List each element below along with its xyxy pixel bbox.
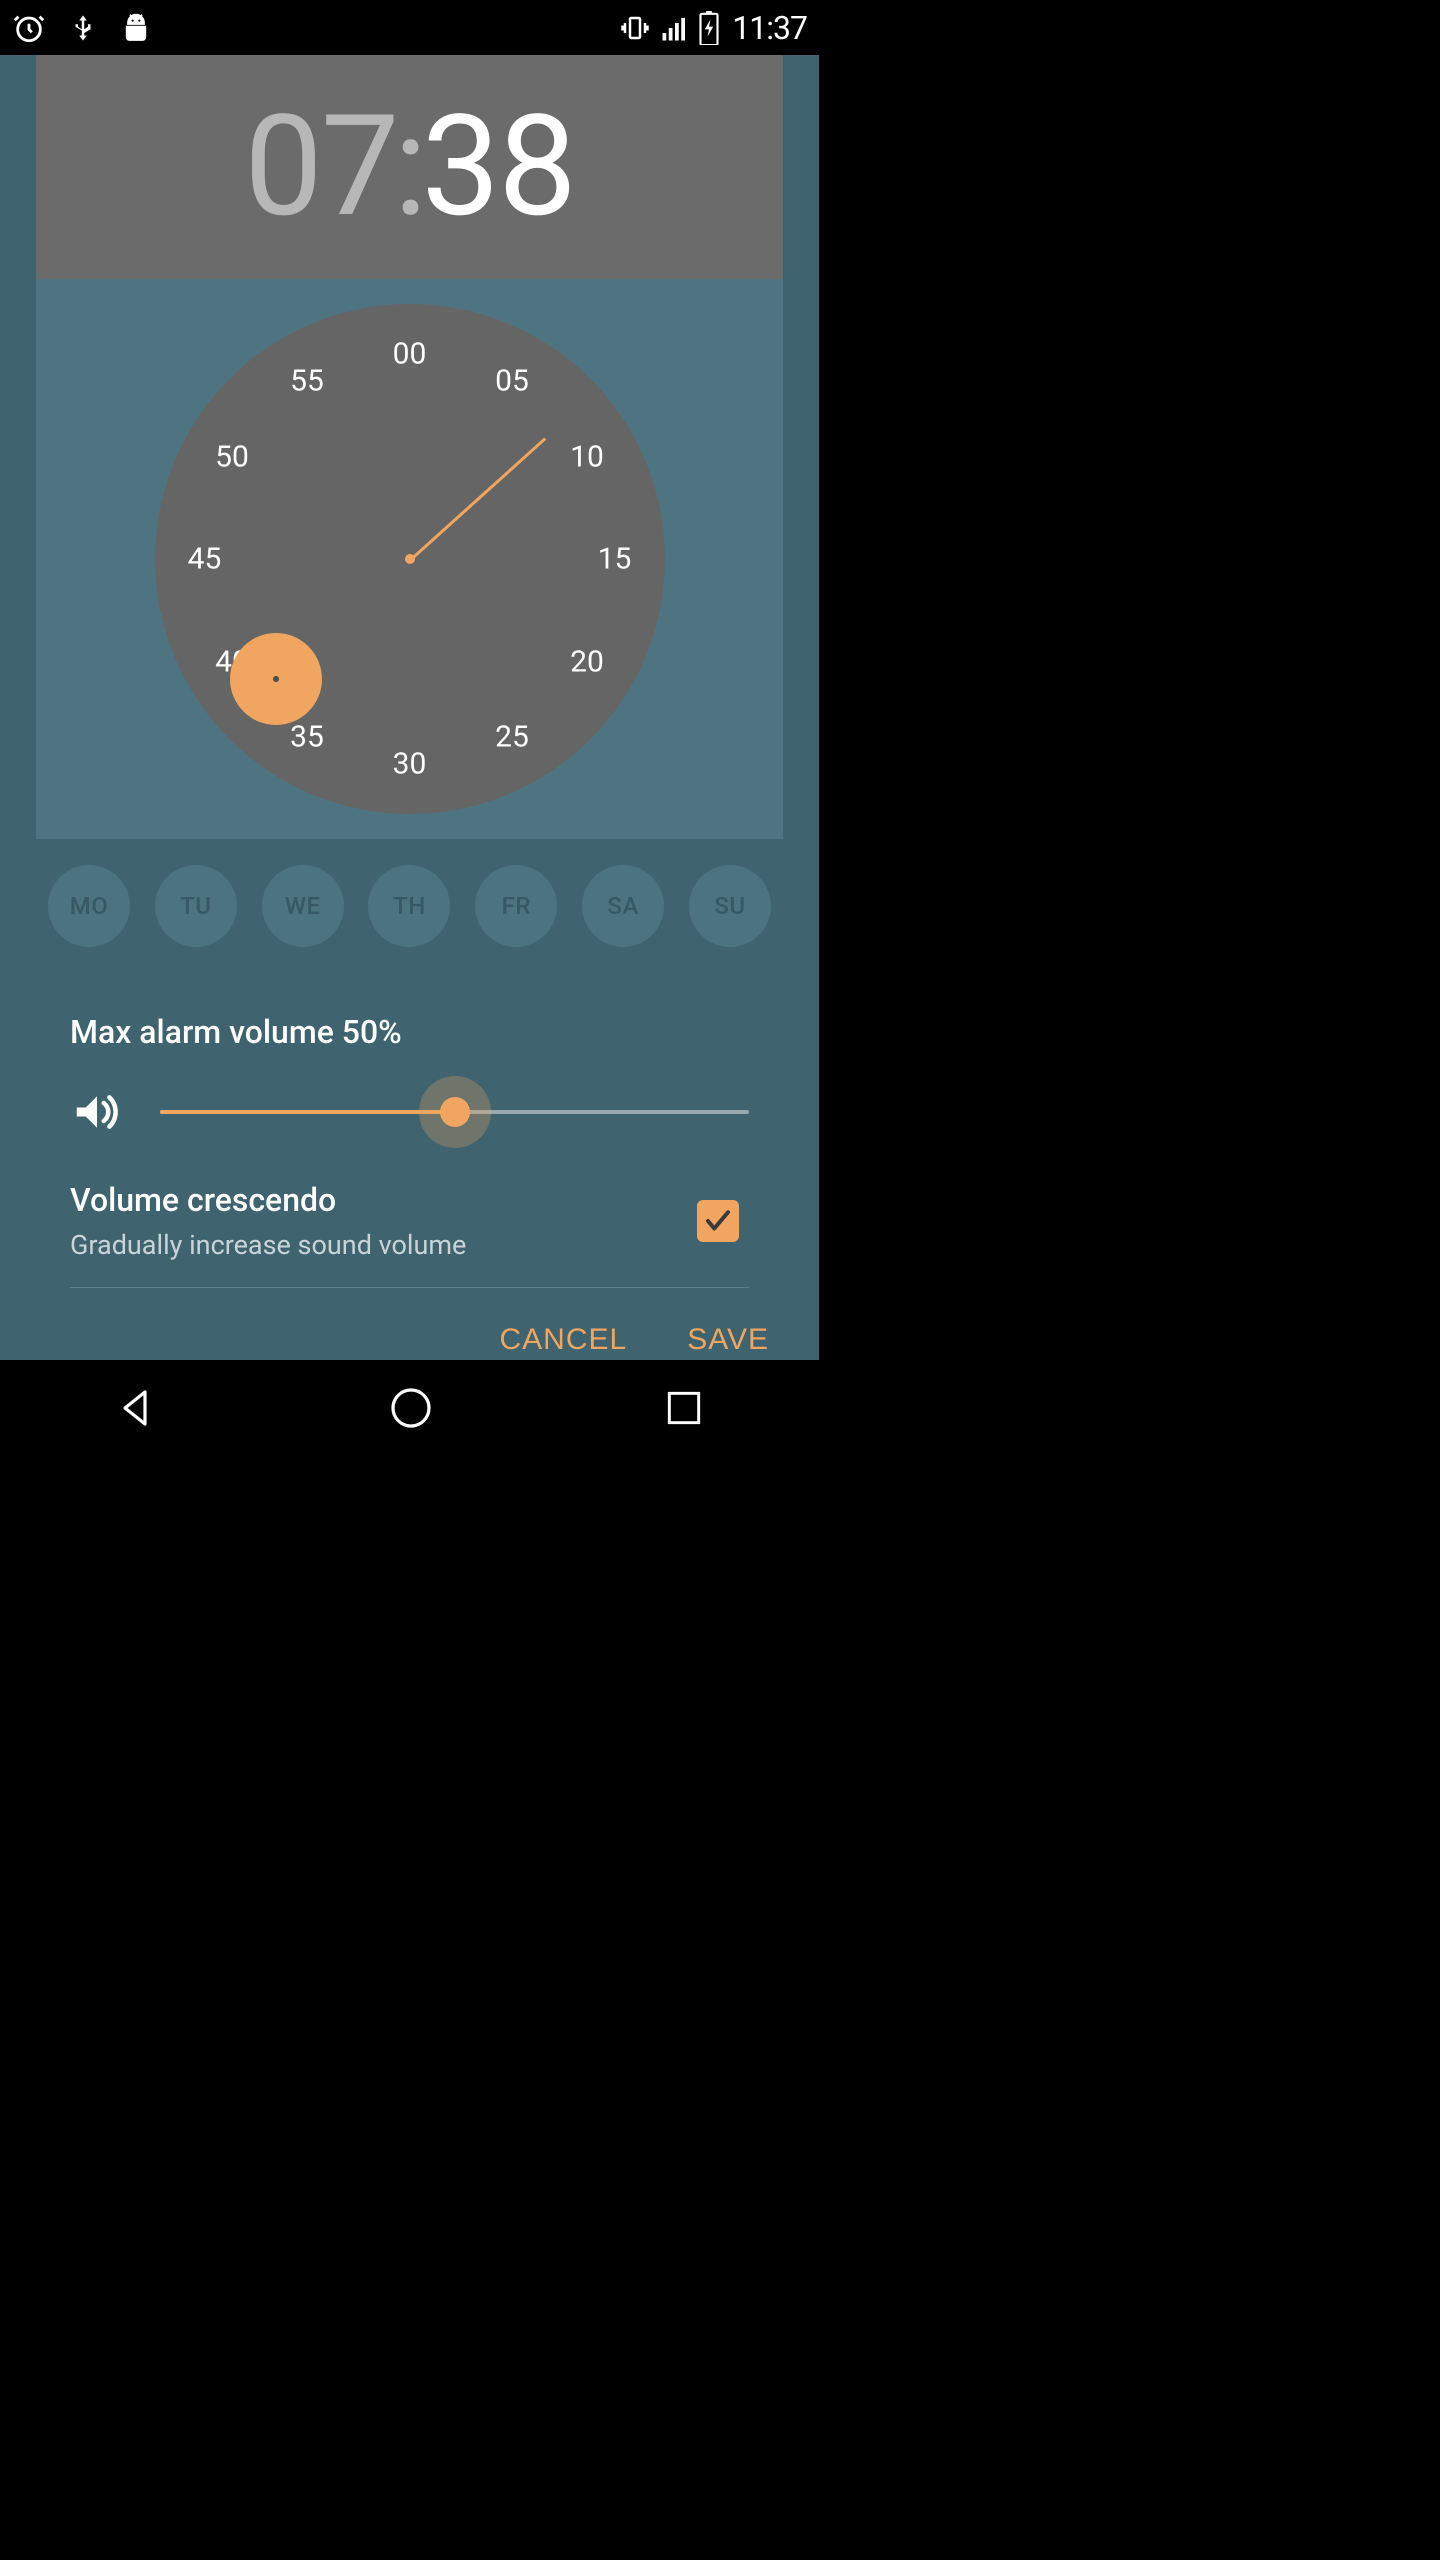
max-volume-label: Max alarm volume 50% [70,1013,749,1051]
dial-pivot [405,554,415,564]
minute-dial[interactable]: 000510152025303540455055 [155,304,665,814]
dial-tick-15[interactable]: 15 [598,542,632,577]
dial-tick-35[interactable]: 35 [290,719,324,754]
vibrate-icon [618,13,652,43]
slider-fill [160,1110,455,1114]
status-time: 11:37 [732,9,807,47]
cancel-button[interactable]: CANCEL [499,1323,627,1357]
dial-tick-10[interactable]: 10 [570,439,604,474]
alarm-editor-screen: 07 : 38 000510152025303540455055 MOTUWET… [0,55,819,1360]
android-debug-icon [120,12,152,44]
volume-slider[interactable] [160,1108,749,1116]
dialog-actions: CANCEL SAVE [499,1323,769,1357]
battery-charging-icon [698,11,720,45]
dial-tick-00[interactable]: 00 [393,337,427,372]
usb-icon [68,11,98,45]
signal-icon [660,13,690,43]
volume-crescendo-row[interactable]: Volume crescendo Gradually increase soun… [70,1181,749,1288]
dial-knob[interactable] [230,633,322,725]
day-toggle-we[interactable]: WE [262,865,344,947]
nav-recent-icon[interactable] [662,1386,706,1430]
dial-tick-20[interactable]: 20 [570,644,604,679]
day-toggle-sa[interactable]: SA [582,865,664,947]
dial-tick-50[interactable]: 50 [215,439,249,474]
clock-dial-panel: 000510152025303540455055 [36,279,783,839]
dial-hand [410,437,546,560]
alarm-icon [12,11,46,45]
volume-icon [70,1085,124,1139]
crescendo-checkbox[interactable] [697,1200,739,1242]
day-toggle-su[interactable]: SU [689,865,771,947]
hour-picker[interactable]: 07 [244,97,397,237]
dial-tick-05[interactable]: 05 [495,364,529,399]
dial-tick-25[interactable]: 25 [495,719,529,754]
slider-thumb [440,1097,470,1127]
day-toggle-fr[interactable]: FR [475,865,557,947]
dial-tick-55[interactable]: 55 [290,364,324,399]
dial-tick-30[interactable]: 30 [393,747,427,782]
crescendo-subtitle: Gradually increase sound volume [70,1229,697,1261]
max-volume-section: Max alarm volume 50% [70,1013,749,1139]
day-toggle-mo[interactable]: MO [48,865,130,947]
minute-picker[interactable]: 38 [421,97,574,237]
dial-tick-45[interactable]: 45 [188,542,222,577]
day-toggle-th[interactable]: TH [368,865,450,947]
nav-back-icon[interactable] [113,1384,161,1432]
status-bar: 11:37 [0,0,819,55]
save-button[interactable]: SAVE [687,1323,769,1357]
time-display: 07 : 38 [36,55,783,279]
repeat-days-row: MO TU WE TH FR SA SU [36,861,783,951]
day-toggle-tu[interactable]: TU [155,865,237,947]
nav-home-icon[interactable] [387,1384,435,1432]
android-nav-bar [0,1360,819,1456]
crescendo-title: Volume crescendo [70,1181,697,1219]
